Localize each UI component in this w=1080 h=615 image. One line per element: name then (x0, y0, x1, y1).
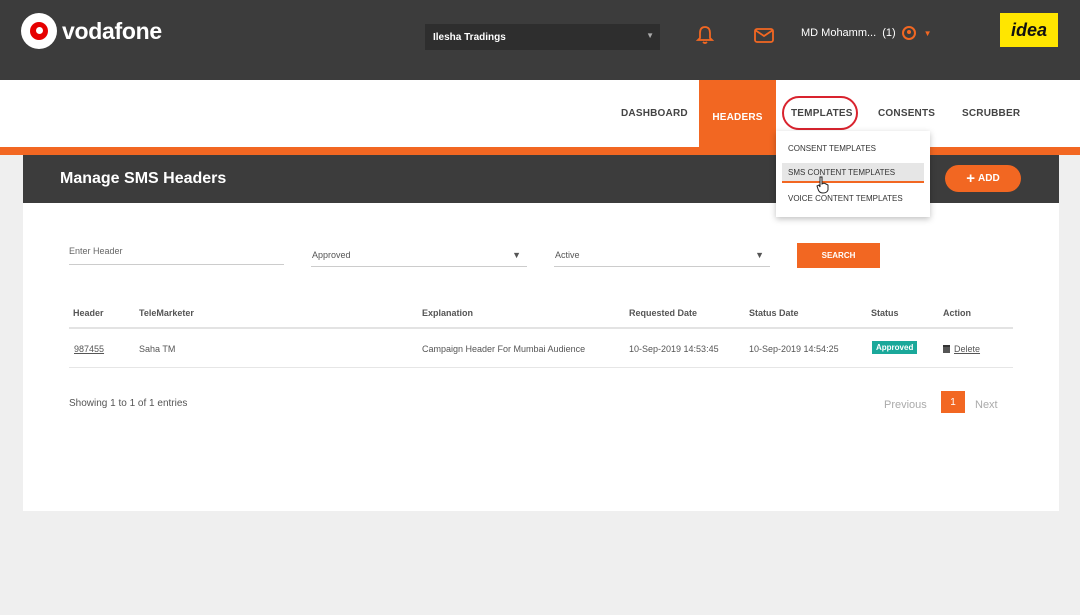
status-filter-select[interactable]: Approved ▼ (311, 245, 527, 267)
hand-cursor-icon (816, 176, 829, 194)
column-header[interactable]: Header (73, 308, 104, 318)
user-avatar-icon (901, 26, 916, 40)
explanation-cell: Campaign Header For Mumbai Audience (422, 344, 586, 354)
header-link[interactable]: 987455 (74, 344, 104, 354)
user-menu[interactable]: MD Mohamm... (1) ▼ (801, 26, 932, 40)
trash-icon (943, 345, 950, 353)
nav-headers[interactable]: HEADERS (699, 80, 776, 155)
status-badge: Approved (872, 341, 918, 354)
top-bar: vodafone Ilesha Tradings ▼ MD Mohamm... … (0, 0, 1080, 80)
company-select[interactable]: Ilesha Tradings ▼ (425, 24, 660, 50)
table-row: 987455 Saha TM Campaign Header For Mumba… (69, 331, 1013, 368)
active-filter-value: Active (555, 250, 580, 260)
idea-logo: idea (1000, 13, 1058, 47)
delete-label: Delete (954, 344, 981, 354)
nav-dashboard[interactable]: DASHBOARD (621, 80, 688, 147)
status-date-cell: 10-Sep-2019 14:54:25 (749, 344, 839, 354)
vodafone-logo-text: vodafone (62, 17, 162, 44)
templates-dropdown-menu: CONSENT TEMPLATES SMS CONTENT TEMPLATES … (776, 131, 930, 217)
menu-item-voice-content-templates[interactable]: VOICE CONTENT TEMPLATES (782, 188, 924, 208)
user-notification-count: (1) (882, 27, 896, 39)
column-header[interactable]: Status Date (749, 308, 799, 318)
vodafone-logo-icon (21, 13, 57, 49)
entries-summary: Showing 1 to 1 of 1 entries (69, 398, 188, 409)
delete-button[interactable]: Delete (943, 344, 980, 354)
column-header[interactable]: TeleMarketer (139, 308, 194, 318)
pagination-previous[interactable]: Previous (884, 399, 927, 411)
company-select-value: Ilesha Tradings (433, 31, 506, 43)
status-filter-value: Approved (312, 250, 351, 260)
active-filter-select[interactable]: Active ▼ (554, 245, 770, 267)
menu-item-sms-content-templates[interactable]: SMS CONTENT TEMPLATES (782, 163, 924, 183)
search-button[interactable]: SEARCH (797, 243, 880, 268)
nav-scrubber[interactable]: SCRUBBER (962, 80, 1020, 147)
pagination-page-1[interactable]: 1 (941, 391, 965, 413)
menu-item-consent-templates[interactable]: CONSENT TEMPLATES (782, 138, 924, 158)
page-title: Manage SMS Headers (60, 170, 227, 187)
column-header[interactable]: Requested Date (629, 308, 697, 318)
caret-down-icon: ▼ (923, 28, 932, 38)
bell-icon[interactable] (694, 24, 716, 46)
header-search-input[interactable]: Enter Header (69, 243, 284, 265)
pagination-next[interactable]: Next (975, 399, 998, 411)
add-button[interactable]: + ADD (945, 165, 1021, 192)
column-header[interactable]: Status (871, 308, 899, 318)
requested-date-cell: 10-Sep-2019 14:53:45 (629, 344, 719, 354)
dropdown-arrow-icon: ▼ (512, 250, 521, 260)
telemarketer-cell: Saha TM (139, 344, 176, 354)
chevron-down-icon: ▼ (646, 31, 654, 40)
table-header: Header TeleMarketer Explanation Requeste… (69, 303, 1013, 329)
column-header[interactable]: Explanation (422, 308, 473, 318)
plus-icon: + (966, 170, 976, 187)
header-input-placeholder: Enter Header (69, 246, 123, 256)
user-name: MD Mohamm... (801, 27, 877, 39)
column-header: Action (943, 308, 971, 318)
templates-highlight-circle (782, 96, 858, 130)
mail-icon[interactable] (753, 24, 775, 46)
dropdown-arrow-icon: ▼ (755, 250, 764, 260)
add-button-label: ADD (978, 173, 1000, 184)
vodafone-logo[interactable]: vodafone (21, 13, 162, 49)
